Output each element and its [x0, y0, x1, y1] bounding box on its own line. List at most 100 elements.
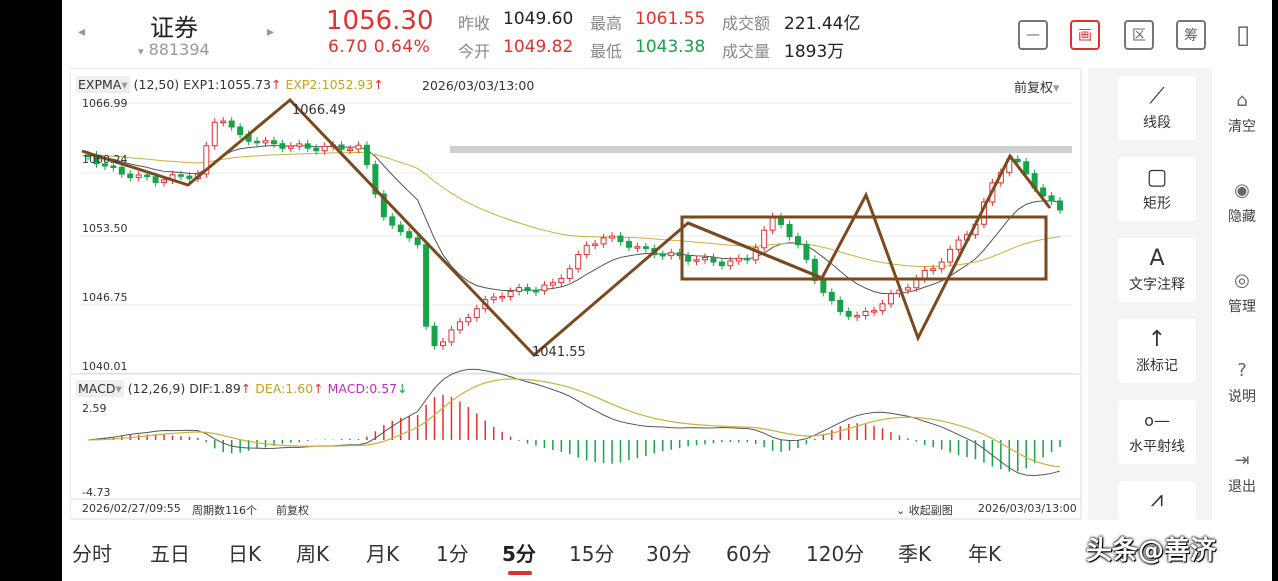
tool-line-segment[interactable]: ⟋ 线段 — [1118, 76, 1196, 140]
macd-y-top: 2.59 — [82, 402, 107, 415]
y-tick-3: 1046.75 — [82, 291, 128, 304]
adjust-select[interactable]: 前复权▾ — [1014, 77, 1060, 96]
tab-period[interactable]: 月K — [366, 538, 399, 567]
macd-y-bottom: -4.73 — [82, 486, 111, 499]
collapse-subchart-button[interactable]: ⌄ 收起副图 — [896, 502, 953, 518]
device-icon[interactable]: ▯ — [1228, 20, 1258, 50]
candle-body — [642, 246, 649, 249]
volume-value: 1893万 — [784, 42, 845, 62]
clear-button[interactable]: ⌂ 清空 — [1212, 90, 1272, 136]
side-label: 说明 — [1228, 389, 1256, 405]
exit-button[interactable]: ⇥ 退出 — [1212, 450, 1272, 496]
tab-period[interactable]: 日K — [228, 538, 261, 567]
candle-body — [794, 236, 801, 246]
candle-body — [541, 284, 548, 292]
candle-body — [786, 223, 793, 238]
tool-text-note[interactable]: A 文字注释 — [1118, 238, 1196, 302]
tab-period[interactable]: 周K — [296, 538, 329, 567]
macd-legend: MACD▾ (12,26,9) DIF:1.89↑ DEA:1.60↑ MACD… — [76, 380, 408, 397]
kline-chart[interactable] — [70, 68, 1082, 520]
low-value: 1043.38 — [635, 37, 706, 57]
tool-rise-mark[interactable]: ↑ 涨标记 — [1118, 319, 1196, 383]
candle-body — [431, 325, 438, 347]
candle-body — [769, 216, 776, 231]
candle-body — [625, 241, 632, 248]
candle-body — [118, 166, 125, 175]
candle-body — [456, 321, 463, 331]
tab-period[interactable]: 30分 — [646, 538, 691, 567]
minus-icon[interactable]: — — [1018, 20, 1048, 50]
candle-body — [507, 290, 514, 297]
stock-name[interactable]: 证券 — [150, 8, 198, 43]
range-icon[interactable]: 区 — [1124, 20, 1154, 50]
tab-period[interactable]: 5分 — [502, 538, 536, 567]
candle-body — [397, 224, 404, 233]
tab-period[interactable]: 季K — [898, 538, 931, 567]
eye-icon: ◉ — [1234, 180, 1250, 201]
candle-body — [161, 179, 168, 184]
rectangle-icon: ▢ — [1146, 165, 1168, 190]
tool-label: 涨标记 — [1136, 358, 1178, 374]
up-arrow-icon: ↑ — [313, 381, 324, 396]
next-stock-arrow-icon[interactable]: ▸ — [267, 24, 274, 40]
dropdown-icon: ▾ — [1053, 81, 1060, 96]
chips-glyph: 筹 — [1184, 28, 1198, 44]
candle-body — [930, 268, 937, 272]
candle-body — [532, 289, 539, 293]
stock-code[interactable]: ▾ 881394 — [138, 40, 210, 59]
candle-body — [524, 287, 531, 291]
candle-body — [566, 268, 573, 279]
chart-area[interactable]: EXPMA▾ (12,50) EXP1:1055.73↑ EXP2:1052.9… — [70, 68, 1082, 520]
y-tick-2: 1053.50 — [82, 222, 128, 235]
help-icon: ? — [1237, 360, 1247, 381]
tool-label: 水平射线 — [1129, 439, 1185, 455]
chart-border — [70, 68, 1082, 520]
candle-body — [1023, 161, 1030, 175]
horizontal-ray-band — [450, 146, 1072, 153]
help-button[interactable]: ? 说明 — [1212, 360, 1272, 406]
candle-body — [296, 143, 303, 147]
up-arrow-icon: ↑ — [1147, 327, 1167, 352]
candle-body — [659, 253, 666, 257]
candle-body — [389, 216, 396, 226]
tab-period[interactable]: 1分 — [436, 538, 469, 567]
indicator-name: EXPMA — [78, 77, 122, 92]
side-label: 清空 — [1228, 119, 1256, 135]
prev-stock-arrow-icon[interactable]: ◂ — [78, 24, 85, 40]
candle-body — [862, 310, 869, 316]
open-label: 今开 — [458, 42, 491, 61]
chips-icon[interactable]: 筹 — [1176, 20, 1206, 50]
minus-glyph: — — [1026, 27, 1040, 43]
candle-body — [947, 248, 954, 263]
tool-horizontal-ray[interactable]: o— 水平射线 — [1118, 400, 1196, 464]
macd-select[interactable]: MACD▾ — [76, 380, 124, 397]
tool-rectangle[interactable]: ▢ 矩形 — [1118, 157, 1196, 221]
tool-wave[interactable]: ⩘ — [1118, 481, 1196, 520]
candle-body — [718, 261, 725, 267]
y-tick-1: 1060.24 — [82, 153, 128, 166]
tab-period[interactable]: 分时 — [72, 538, 112, 567]
high-label: 最高 — [590, 14, 623, 33]
cursor-time: 2026/03/03/13:00 — [422, 78, 535, 93]
indicator-select[interactable]: EXPMA▾ — [76, 76, 130, 93]
tab-period[interactable]: 年K — [968, 538, 1001, 567]
dea-value: DEA:1.60 — [255, 381, 314, 396]
up-arrow-icon: ↑ — [271, 77, 282, 92]
candle-body — [338, 144, 345, 150]
candle-body — [735, 257, 742, 262]
prev-close-label: 昨收 — [458, 14, 491, 33]
candle-body — [220, 120, 227, 124]
side-actions: ⌂ 清空 ◉ 隐藏 ◎ 管理 ? 说明 ⇥ 退出 — [1212, 68, 1272, 520]
hide-button[interactable]: ◉ 隐藏 — [1212, 180, 1272, 226]
manage-button[interactable]: ◎ 管理 — [1212, 270, 1272, 316]
candle-body — [761, 229, 768, 249]
tab-period[interactable]: 15分 — [569, 538, 614, 567]
active-tab-underline — [508, 571, 532, 575]
drawing-tools-panel: ⟋ 线段 ▢ 矩形 A 文字注释 ↑ 涨标记 o— 水平射线 ⩘ — [1088, 68, 1212, 520]
tab-period[interactable]: 五日 — [150, 538, 190, 567]
candle-body — [744, 257, 751, 261]
tab-period[interactable]: 120分 — [806, 538, 864, 567]
drawing-icon[interactable]: 画 — [1070, 20, 1100, 50]
device-glyph: ▯ — [1235, 20, 1251, 50]
tab-period[interactable]: 60分 — [726, 538, 771, 567]
